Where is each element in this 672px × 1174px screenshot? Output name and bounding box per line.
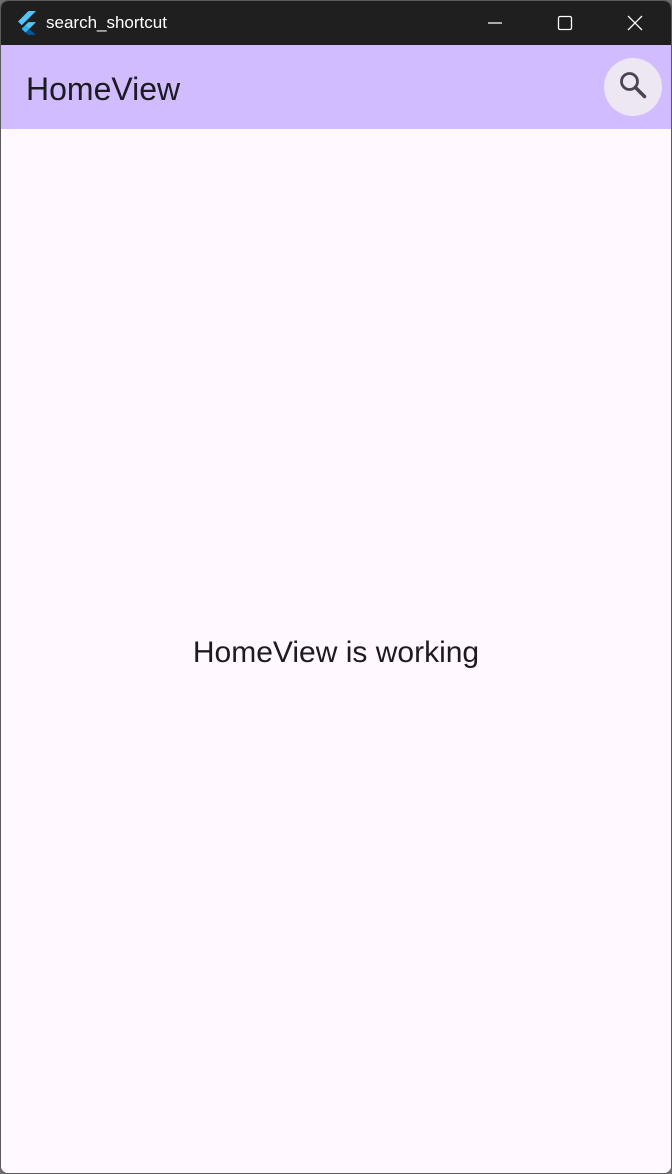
app-window: search_shortcut HomeView HomeView is wor… (0, 0, 672, 1174)
close-button[interactable] (600, 1, 670, 45)
close-icon (626, 14, 644, 32)
status-message: HomeView is working (192, 636, 480, 669)
maximize-icon (557, 15, 573, 31)
window-titlebar[interactable]: search_shortcut (1, 1, 671, 45)
window-title: search_shortcut (46, 13, 167, 32)
minimize-button[interactable] (460, 1, 530, 45)
minimize-icon (487, 15, 503, 31)
page-title: HomeView (26, 71, 181, 107)
search-button[interactable] (604, 58, 662, 116)
app-bar: HomeView (1, 45, 671, 129)
flutter-logo-icon (15, 11, 37, 35)
home-view-content: HomeView is working (1, 129, 671, 1173)
search-icon (618, 70, 648, 105)
maximize-button[interactable] (530, 1, 600, 45)
